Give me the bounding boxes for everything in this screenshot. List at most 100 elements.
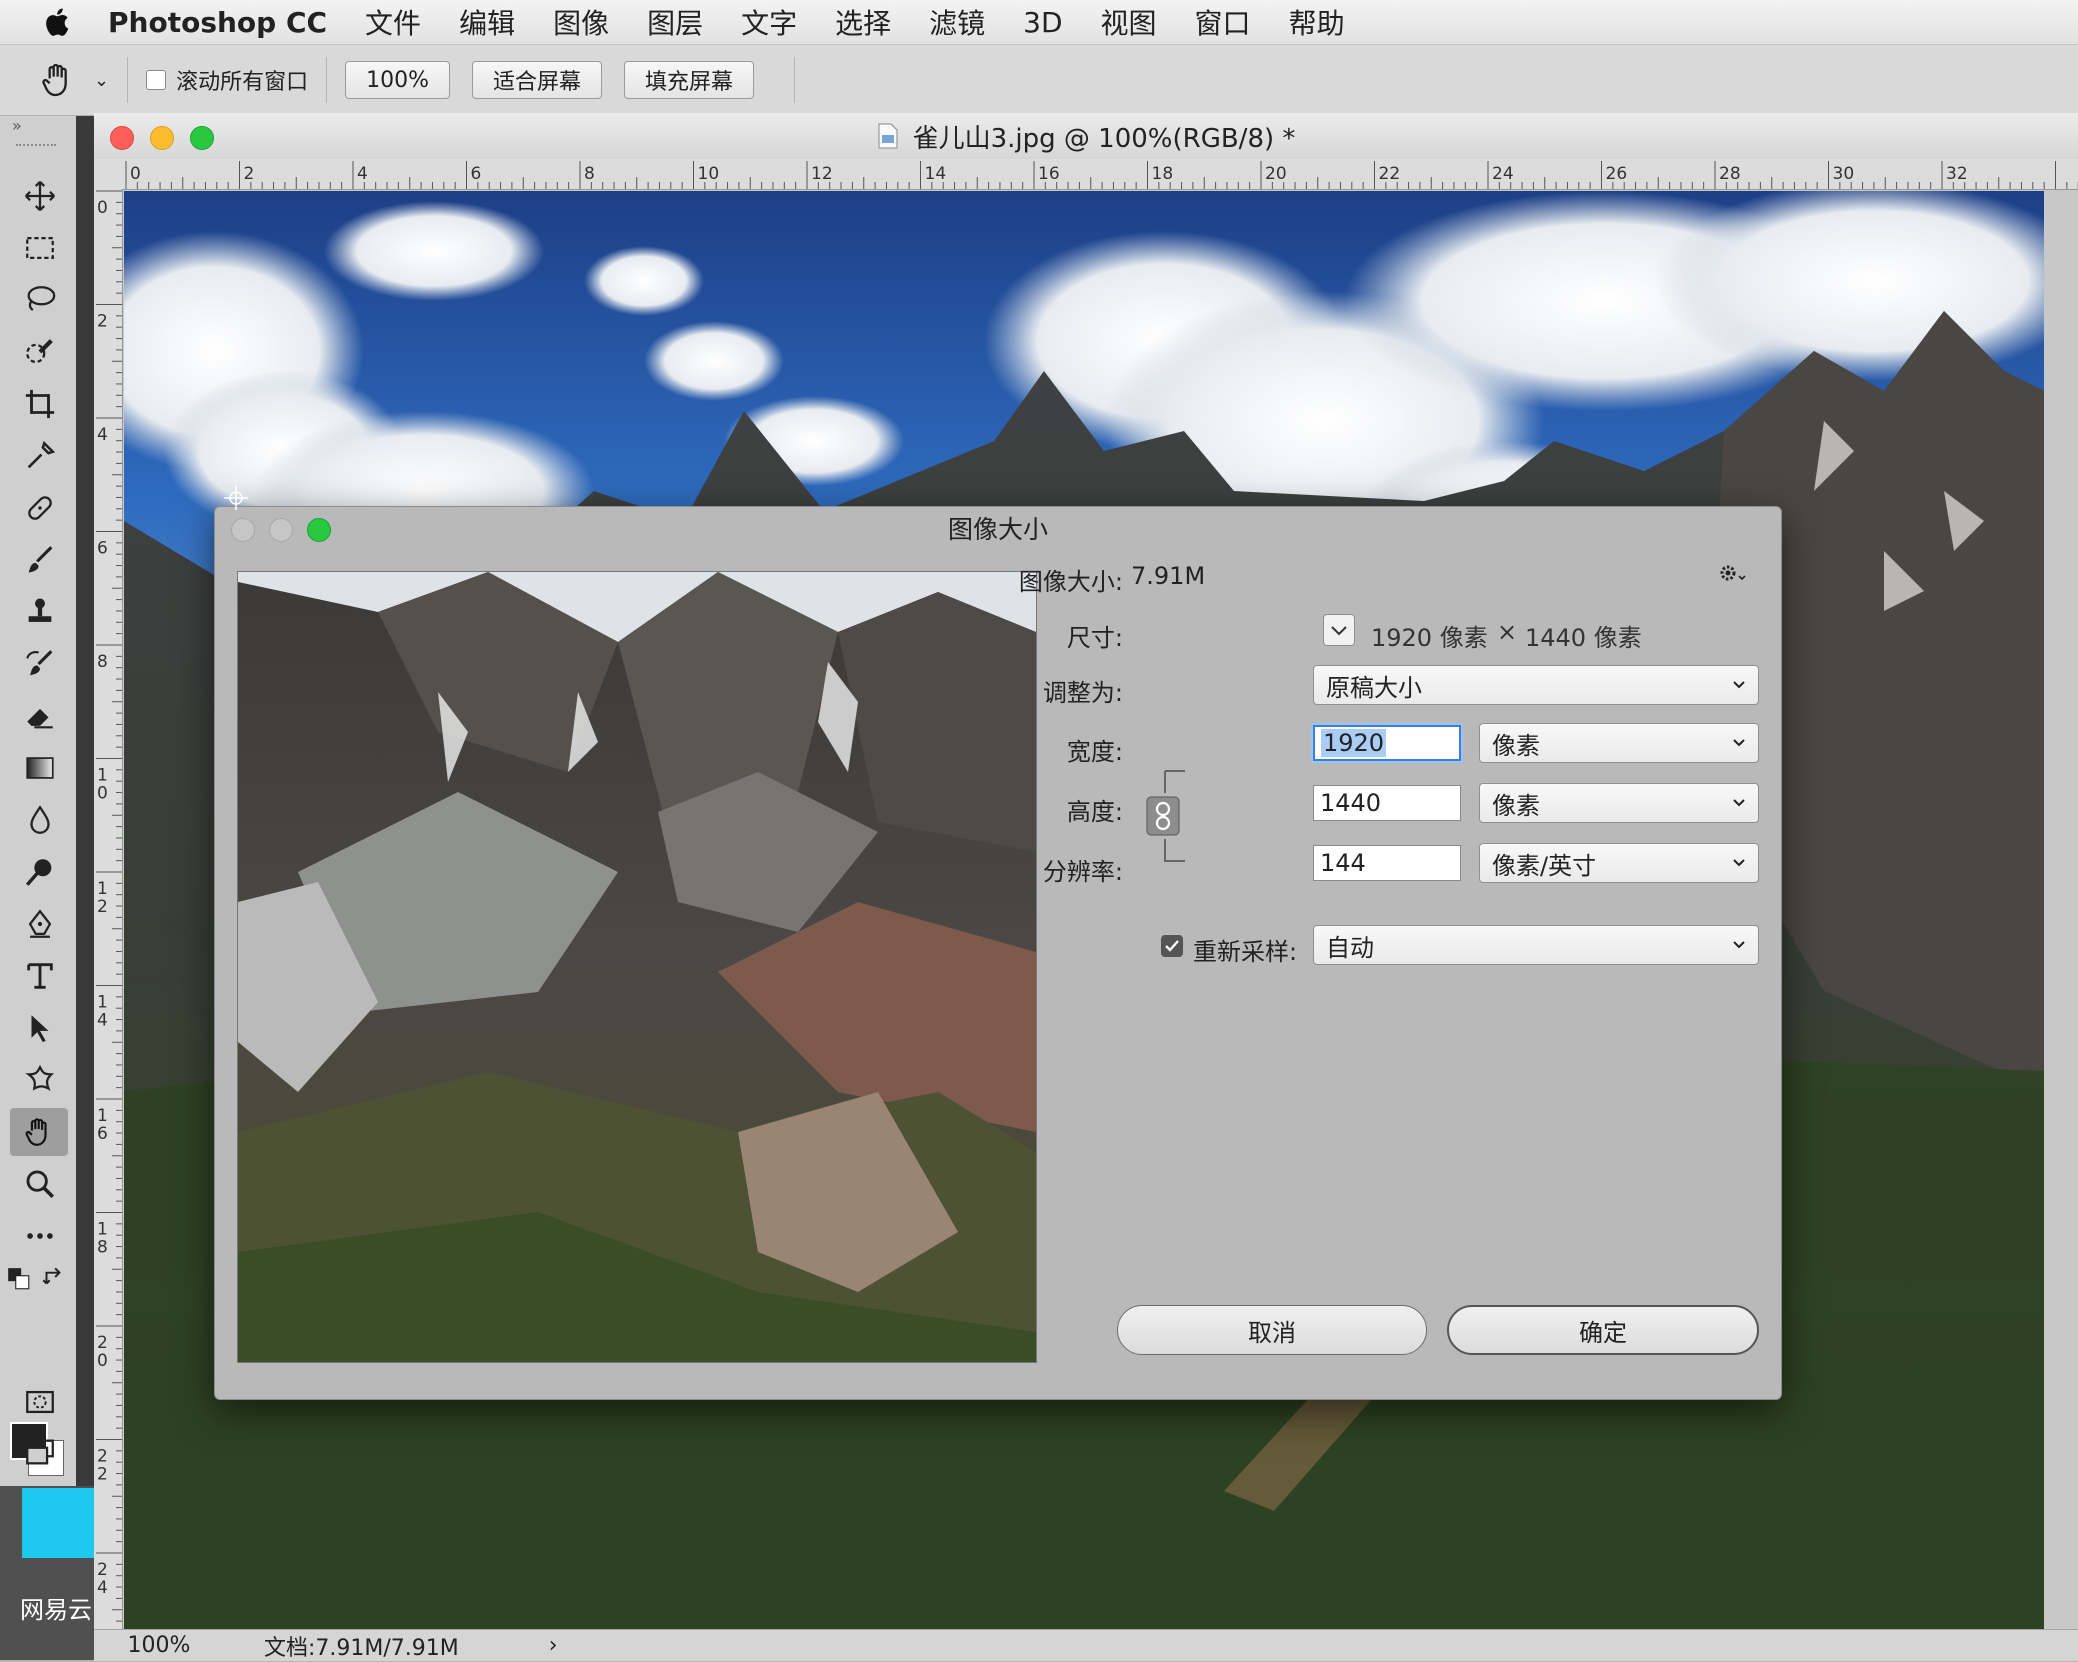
netease-label: 网易云 bbox=[20, 1596, 92, 1624]
ruler-label: 1 bbox=[97, 1106, 108, 1126]
menu-help[interactable]: 帮助 bbox=[1289, 2, 1345, 42]
ruler-label: 6 bbox=[471, 164, 482, 184]
type-tool-icon[interactable] bbox=[20, 956, 60, 996]
ruler-label: 2 bbox=[97, 897, 108, 917]
scroll-all-windows-checkbox[interactable] bbox=[146, 70, 167, 90]
width-value: 1920 bbox=[1321, 729, 1387, 757]
pen-tool-icon[interactable] bbox=[20, 904, 60, 944]
settings-gear-icon[interactable] bbox=[1717, 561, 1747, 587]
ruler-label: 2 bbox=[97, 1560, 108, 1580]
ruler-label: 16 bbox=[1038, 164, 1060, 184]
fit-to-dropdown[interactable]: 原稿大小 bbox=[1313, 665, 1759, 705]
status-bar: 100% 文档:7.91M/7.91M › bbox=[94, 1629, 2078, 1661]
quick-mask-icon[interactable] bbox=[20, 1382, 60, 1422]
document-title-bar[interactable]: 雀儿山3.jpg @ 100%(RGB/8) * bbox=[94, 113, 2078, 160]
history-brush-tool-icon[interactable] bbox=[20, 644, 60, 684]
blur-tool-icon[interactable] bbox=[20, 800, 60, 840]
zoom-100-button[interactable]: 100% bbox=[345, 61, 451, 99]
ok-button[interactable]: 确定 bbox=[1447, 1305, 1759, 1355]
stamp-tool-icon[interactable] bbox=[20, 592, 60, 632]
image-size-dialog: 图像大小 图像大小: 7.91M 尺寸: 1920 像素 × 1440 像素 调… bbox=[214, 506, 1782, 1400]
fit-to-label: 调整为: bbox=[1042, 679, 1123, 707]
app-menu[interactable]: Photoshop CC bbox=[108, 6, 327, 39]
divider bbox=[326, 57, 328, 103]
zoom-window-icon[interactable] bbox=[190, 126, 214, 150]
document-file-icon bbox=[878, 123, 898, 149]
cancel-button[interactable]: 取消 bbox=[1117, 1305, 1427, 1355]
chevron-down-icon bbox=[1733, 681, 1745, 689]
menu-3d[interactable]: 3D bbox=[1023, 6, 1062, 39]
ruler-label: 28 bbox=[1719, 164, 1741, 184]
apple-icon[interactable] bbox=[42, 6, 70, 38]
marquee-tool-icon[interactable] bbox=[20, 228, 60, 268]
menu-layer[interactable]: 图层 bbox=[647, 2, 703, 42]
resample-checkbox[interactable] bbox=[1161, 935, 1183, 957]
crop-tool-icon[interactable] bbox=[20, 384, 60, 424]
resample-method-dropdown[interactable]: 自动 bbox=[1313, 925, 1759, 965]
ruler-label: 24 bbox=[1492, 164, 1514, 184]
vertical-ruler-ticks: 024681012141618202224 bbox=[96, 190, 122, 1622]
fit-screen-button[interactable]: 适合屏幕 bbox=[472, 61, 603, 99]
ruler-label: 8 bbox=[97, 652, 108, 672]
lasso-tool-icon[interactable] bbox=[20, 280, 60, 320]
quick-selection-tool-icon[interactable] bbox=[20, 332, 60, 372]
constrain-proportions-link-icon[interactable] bbox=[1145, 763, 1189, 869]
ruler-label: 2 bbox=[244, 164, 255, 184]
hand-tool-icon[interactable] bbox=[38, 60, 78, 100]
menu-filter[interactable]: 滤镜 bbox=[929, 2, 985, 42]
image-preview[interactable] bbox=[237, 571, 1037, 1363]
fill-screen-button[interactable]: 填充屏幕 bbox=[624, 61, 755, 99]
menu-view[interactable]: 视图 bbox=[1101, 2, 1157, 42]
dimensions-unit-dropdown[interactable] bbox=[1323, 614, 1355, 646]
custom-shape-tool-icon[interactable] bbox=[20, 1060, 60, 1100]
eraser-tool-icon[interactable] bbox=[20, 696, 60, 736]
resolution-input[interactable]: 144 bbox=[1313, 845, 1461, 881]
move-tool-icon[interactable] bbox=[20, 176, 60, 216]
ruler-label: 4 bbox=[97, 1011, 108, 1031]
dialog-zoom-icon[interactable] bbox=[307, 518, 331, 542]
menu-image[interactable]: 图像 bbox=[553, 2, 609, 42]
options-bar: ⌄ 滚动所有窗口 100% 适合屏幕 填充屏幕 bbox=[0, 45, 2078, 116]
height-unit-dropdown[interactable]: 像素 bbox=[1479, 783, 1759, 823]
menu-window[interactable]: 窗口 bbox=[1195, 2, 1251, 42]
more-tools-icon[interactable] bbox=[20, 1216, 60, 1256]
hand-tool-icon[interactable] bbox=[10, 1108, 68, 1156]
status-menu-arrow-icon[interactable]: › bbox=[549, 1633, 558, 1658]
default-colors-icon[interactable] bbox=[6, 1266, 32, 1292]
menu-file[interactable]: 文件 bbox=[365, 2, 421, 42]
dialog-minimize-icon[interactable] bbox=[269, 518, 293, 542]
width-unit-dropdown[interactable]: 像素 bbox=[1479, 723, 1759, 763]
chevron-down-icon bbox=[1733, 799, 1745, 807]
eyedropper-tool-icon[interactable] bbox=[20, 436, 60, 476]
vertical-ruler[interactable]: 024681012141618202224 bbox=[94, 189, 123, 1629]
ruler-label: 4 bbox=[357, 164, 368, 184]
dialog-close-icon[interactable] bbox=[231, 518, 255, 542]
zoom-tool-icon[interactable] bbox=[20, 1164, 60, 1204]
ruler-label: 1 bbox=[97, 993, 108, 1013]
ruler-label: 20 bbox=[1265, 164, 1287, 184]
healing-brush-tool-icon[interactable] bbox=[20, 488, 60, 528]
brush-tool-icon[interactable] bbox=[20, 540, 60, 580]
panel-grip[interactable] bbox=[16, 144, 56, 150]
resolution-unit-value: 像素/英寸 bbox=[1492, 851, 1597, 880]
collapse-panel-icon[interactable]: » bbox=[12, 116, 22, 135]
menu-type[interactable]: 文字 bbox=[741, 2, 797, 42]
dimension-width-value: 1920 像素 bbox=[1371, 624, 1488, 652]
menu-edit[interactable]: 编辑 bbox=[459, 2, 515, 42]
gradient-tool-icon[interactable] bbox=[20, 748, 60, 788]
ruler-origin[interactable] bbox=[94, 159, 123, 190]
horizontal-ruler[interactable]: 0 2 4 6 8 10 12 14 16 18 20 22 24 26 28 30 32 bbox=[122, 159, 2078, 190]
resolution-unit-dropdown[interactable]: 像素/英寸 bbox=[1479, 843, 1759, 883]
screen-mode-icon[interactable] bbox=[20, 1432, 60, 1472]
close-window-icon[interactable] bbox=[110, 126, 134, 150]
tool-preset-caret-icon[interactable]: ⌄ bbox=[94, 70, 109, 91]
menu-select[interactable]: 选择 bbox=[835, 2, 891, 42]
tools-panel: » bbox=[0, 116, 77, 1486]
status-zoom[interactable]: 100% bbox=[94, 1633, 224, 1658]
width-input[interactable]: 1920 bbox=[1313, 725, 1461, 761]
minimize-window-icon[interactable] bbox=[150, 126, 174, 150]
path-selection-tool-icon[interactable] bbox=[20, 1008, 60, 1048]
height-input[interactable]: 1440 bbox=[1313, 785, 1461, 821]
dodge-tool-icon[interactable] bbox=[20, 852, 60, 892]
swap-colors-icon[interactable] bbox=[40, 1264, 66, 1290]
